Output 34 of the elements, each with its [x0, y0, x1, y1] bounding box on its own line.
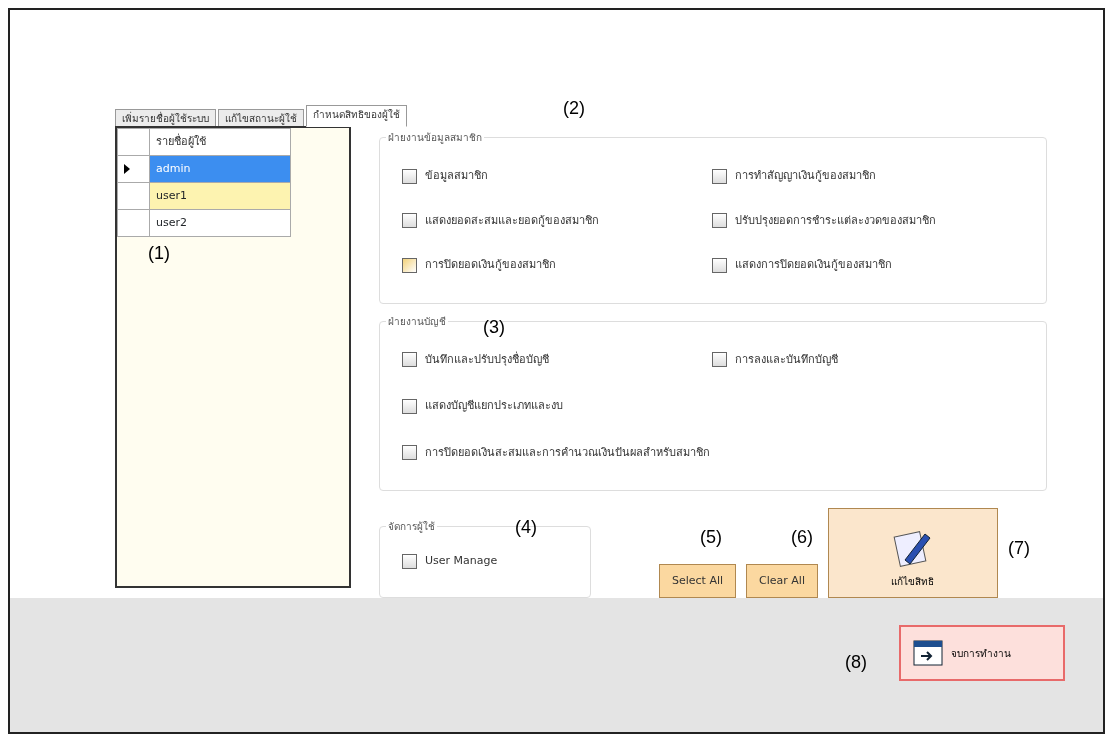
group-title: จัดการผู้ใช้ [386, 519, 437, 534]
group-title: ฝ่ายงานข้อมูลสมาชิก [386, 130, 484, 145]
tab[interactable]: กำหนดสิทธิของผู้ใช้ [306, 105, 407, 127]
annotation-label: (8) [845, 653, 867, 671]
clear-all-button[interactable]: Clear All [746, 563, 818, 598]
checkbox[interactable]: บันทึกและปรับปรุงชื่อบัญชี [402, 351, 712, 368]
checkbox[interactable]: การลงและบันทึกบัญชี [712, 351, 1030, 368]
window-exit-icon [913, 640, 943, 666]
group-title: ฝ่ายงานบัญชี [386, 313, 448, 329]
user-row[interactable]: user1 [149, 182, 291, 210]
tab[interactable]: แก้ไขสถานะผู้ใช้ [218, 109, 304, 127]
annotation-label: (7) [1008, 539, 1030, 557]
checkbox[interactable]: ข้อมูลสมาชิก [402, 168, 712, 185]
checkbox[interactable]: การปิดยอดเงินสะสมและการคำนวณเงินปันผลสำหรับสมาชิก [402, 444, 1030, 461]
exit-button[interactable]: จบการทำงาน [899, 625, 1065, 681]
checkbox[interactable]: การทำสัญญาเงินกู้ของสมาชิก [712, 168, 1030, 185]
annotation-label: (3) [483, 318, 505, 336]
checkbox[interactable]: User Manage [402, 553, 574, 570]
pen-document-icon [893, 528, 933, 568]
checkbox[interactable]: ปรับปรุงยอดการชำระแต่ละงวดของสมาชิก [712, 212, 1030, 229]
checkbox[interactable]: แสดงบัญชีแยกประเภทและงบ [402, 398, 1030, 415]
annotation-label: (4) [515, 518, 537, 536]
checkbox[interactable]: การปิดยอดเงินกู้ของสมาชิก [402, 257, 712, 274]
checkbox[interactable]: แสดงการปิดยอดเงินกู้ของสมาชิก [712, 257, 1030, 274]
checkbox[interactable]: แสดงยอดสะสมและยอดกู้ของสมาชิก [402, 212, 712, 229]
annotation-label: (6) [791, 528, 813, 546]
edit-rights-button[interactable]: แก้ไขสิทธิ [828, 508, 998, 598]
user-row[interactable]: user2 [149, 209, 291, 237]
annotation-label: (1) [148, 244, 170, 262]
annotation-label: (2) [563, 99, 585, 117]
tab[interactable]: เพิ่มรายชื่อผู้ใช้ระบบ [115, 109, 216, 127]
column-header: รายชื่อผู้ใช้ [149, 128, 291, 156]
select-all-button[interactable]: Select All [659, 563, 737, 598]
annotation-label: (5) [700, 528, 722, 546]
